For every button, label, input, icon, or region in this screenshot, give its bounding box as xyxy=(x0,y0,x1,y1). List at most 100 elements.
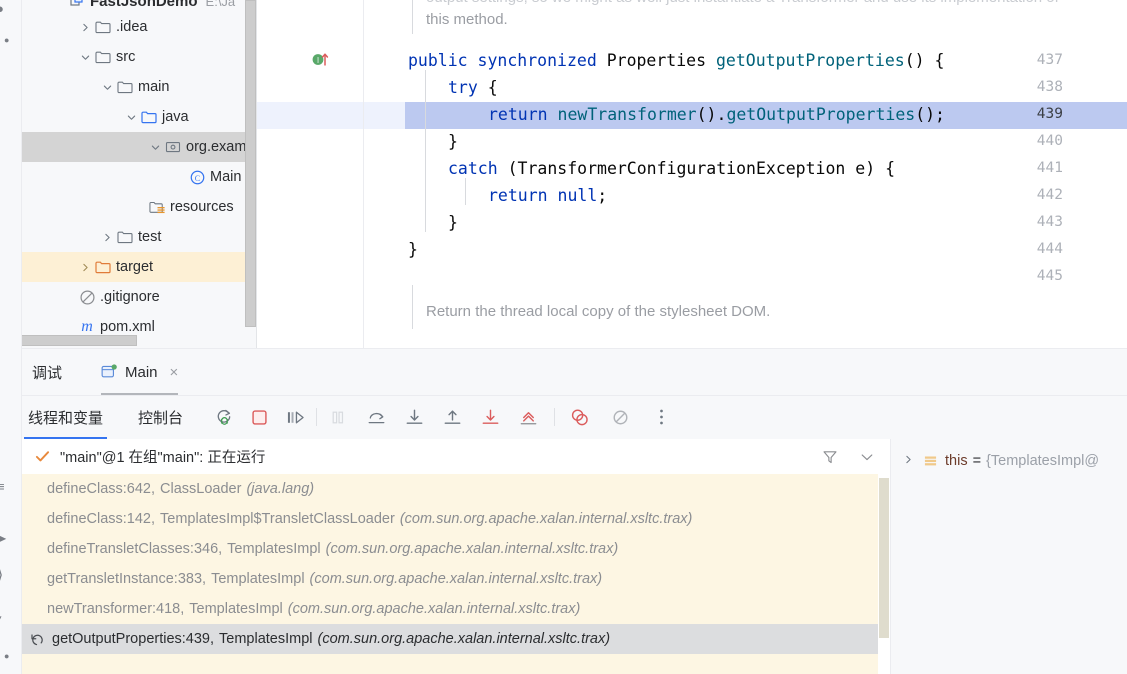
tree-row-org-example[interactable]: org.example xyxy=(21,132,257,162)
rail-icon-arrow2[interactable]: ▾ xyxy=(0,612,16,625)
frame-row[interactable]: defineClass:642, ClassLoader (java.lang) xyxy=(21,474,878,504)
tree-row-gitignore[interactable]: .gitignore xyxy=(21,282,257,312)
debug-tab-bar[interactable]: 调试 Main × xyxy=(21,349,1127,396)
frame-row[interactable]: defineTransletClasses:346, TemplatesImpl… xyxy=(21,534,878,564)
doc-comment-bar xyxy=(412,0,413,34)
debug-toolbar[interactable]: 线程和变量 控制台 xyxy=(21,395,1127,440)
chevron-down-icon[interactable] xyxy=(123,113,139,122)
tree-row-root[interactable]: FastJsonDemo E:\Ja xyxy=(21,0,257,12)
code-line-437[interactable]: public synchronized Properties getOutput… xyxy=(408,47,944,74)
step-out-button[interactable] xyxy=(438,403,466,431)
step-over-button[interactable] xyxy=(362,403,390,431)
indent-guide xyxy=(425,70,426,124)
frames-pane[interactable]: "main"@1 在组"main": 正在运行 defineClass:642,… xyxy=(21,439,890,674)
chevron-right-icon[interactable] xyxy=(77,263,93,272)
filter-icon[interactable] xyxy=(822,449,838,465)
rail-icon-arrow1[interactable]: ➤ xyxy=(0,532,17,545)
rail-icon-bullet[interactable]: ● xyxy=(4,36,25,45)
rail-icon-top[interactable]: ◕ xyxy=(0,2,17,15)
chevron-right-icon[interactable] xyxy=(99,233,115,242)
frame-package: (com.sun.org.apache.xalan.internal.xsltc… xyxy=(325,541,619,557)
variable-row[interactable]: this = {TemplatesImpl@ xyxy=(891,446,1127,476)
variables-pane[interactable]: this = {TemplatesImpl@ xyxy=(891,439,1127,674)
rail-icon-bullet2[interactable]: ● xyxy=(4,652,25,661)
rail-icon-structure[interactable]: ≡ xyxy=(0,480,18,493)
tree-item-label: Main xyxy=(210,169,242,185)
chevron-right-icon[interactable] xyxy=(77,23,93,32)
frame-class: TemplatesImpl xyxy=(189,601,283,617)
tab-threads-and-variables[interactable]: 线程和变量 xyxy=(24,395,108,439)
doc-comment-line: this method. xyxy=(426,11,508,28)
step-into-button[interactable] xyxy=(400,403,428,431)
frame-package: (com.sun.org.apache.xalan.internal.xsltc… xyxy=(399,511,693,527)
line-number: 438 xyxy=(1036,79,1063,95)
chevron-right-icon[interactable] xyxy=(904,455,913,467)
tree-item-label: pom.xml xyxy=(100,319,155,335)
code-line-444[interactable]: } xyxy=(408,236,418,263)
tab-main-config[interactable]: Main × xyxy=(101,349,179,395)
call-stack-frames-list[interactable]: defineClass:642, ClassLoader (java.lang)… xyxy=(21,474,878,674)
more-vertical-icon[interactable] xyxy=(647,403,675,431)
toolbar-separator xyxy=(316,408,318,426)
code-line-442[interactable]: return null; xyxy=(488,182,607,209)
run-to-cursor-button[interactable] xyxy=(514,403,542,431)
chevron-down-icon[interactable] xyxy=(99,83,115,92)
rail-icon-chevron[interactable]: ⟩ xyxy=(0,568,18,584)
frame-class: TemplatesImpl xyxy=(219,631,313,647)
frame-row[interactable]: defineClass:142, TemplatesImpl$TransletC… xyxy=(21,504,878,534)
tree-row-main-class[interactable]: C Main xyxy=(21,162,257,192)
tree-row-src[interactable]: src xyxy=(21,42,257,72)
tree-item-label: test xyxy=(138,229,162,245)
code-line-439[interactable]: return newTransformer().getOutputPropert… xyxy=(488,101,945,128)
top-region: FastJsonDemo E:\Ja .idea src main java o… xyxy=(0,0,1127,348)
stop-button[interactable] xyxy=(245,403,273,431)
tab-threads-and-variables-label: 线程和变量 xyxy=(28,409,104,427)
folder-icon xyxy=(115,80,135,94)
implementing-method-icon[interactable]: I xyxy=(312,52,330,72)
chevron-down-icon[interactable] xyxy=(77,53,93,62)
gutter-separator xyxy=(363,0,364,348)
doc-comment-bar xyxy=(412,285,413,329)
code-line-438[interactable]: try { xyxy=(448,74,498,101)
tree-row-main[interactable]: main xyxy=(21,72,257,102)
mute-breakpoints-button[interactable] xyxy=(606,403,634,431)
code-line-443[interactable]: } xyxy=(448,209,458,236)
pause-program-button[interactable] xyxy=(324,403,352,431)
tree-row-target[interactable]: target xyxy=(21,252,257,282)
editor-gutter[interactable] xyxy=(257,0,363,348)
tree-row-resources[interactable]: resources xyxy=(21,192,257,222)
frames-scrollbar-thumb[interactable] xyxy=(879,478,889,638)
chevron-down-icon[interactable] xyxy=(147,143,163,152)
project-tool-window[interactable]: FastJsonDemo E:\Ja .idea src main java o… xyxy=(21,0,257,348)
frame-class: TemplatesImpl xyxy=(227,541,321,557)
frame-row[interactable]: getTransletInstance:383, TemplatesImpl (… xyxy=(21,564,878,594)
force-step-into-button[interactable] xyxy=(476,403,504,431)
frame-row[interactable]: newTransformer:418, TemplatesImpl (com.s… xyxy=(21,594,878,624)
frame-row-current[interactable]: getOutputProperties:439, TemplatesImpl (… xyxy=(21,624,878,654)
frame-method: defineClass:142, xyxy=(47,511,156,527)
tab-console[interactable]: 控制台 xyxy=(134,395,187,439)
close-icon[interactable]: × xyxy=(170,364,179,381)
gitignore-icon xyxy=(77,289,97,306)
frame-package: (com.sun.org.apache.xalan.internal.xsltc… xyxy=(287,601,581,617)
tab-debug[interactable]: 调试 xyxy=(32,349,62,395)
line-number: 441 xyxy=(1036,160,1063,176)
rerun-debug-button[interactable] xyxy=(209,403,237,431)
project-tree-vertical-scrollbar[interactable] xyxy=(245,0,256,327)
tree-row-idea[interactable]: .idea xyxy=(21,12,257,42)
tree-item-label: main xyxy=(138,79,170,95)
chevron-down-icon[interactable] xyxy=(860,450,874,464)
thread-selector-bar[interactable]: "main"@1 在组"main": 正在运行 xyxy=(21,439,890,475)
resume-program-button[interactable] xyxy=(281,403,309,431)
left-tool-rail[interactable]: ◕ ● ≡ ➤ ⟩ ▾ ● xyxy=(0,0,22,674)
debug-tool-window: 调试 Main × 线程和变量 控制台 "main"@1 在组"main": 正… xyxy=(0,348,1127,674)
project-tree-horizontal-scrollbar[interactable] xyxy=(21,335,137,346)
tree-item-label: .idea xyxy=(116,19,148,35)
code-line-441[interactable]: catch (TransformerConfigurationException… xyxy=(448,155,895,182)
code-line-440[interactable]: } xyxy=(448,128,458,155)
view-breakpoints-button[interactable] xyxy=(566,403,594,431)
editor-area[interactable]: 437 438 439 440 441 442 443 444 445 I ou xyxy=(257,0,1127,348)
tree-row-java[interactable]: java xyxy=(21,102,257,132)
toolbar-separator xyxy=(554,408,556,426)
tree-row-test[interactable]: test xyxy=(21,222,257,252)
